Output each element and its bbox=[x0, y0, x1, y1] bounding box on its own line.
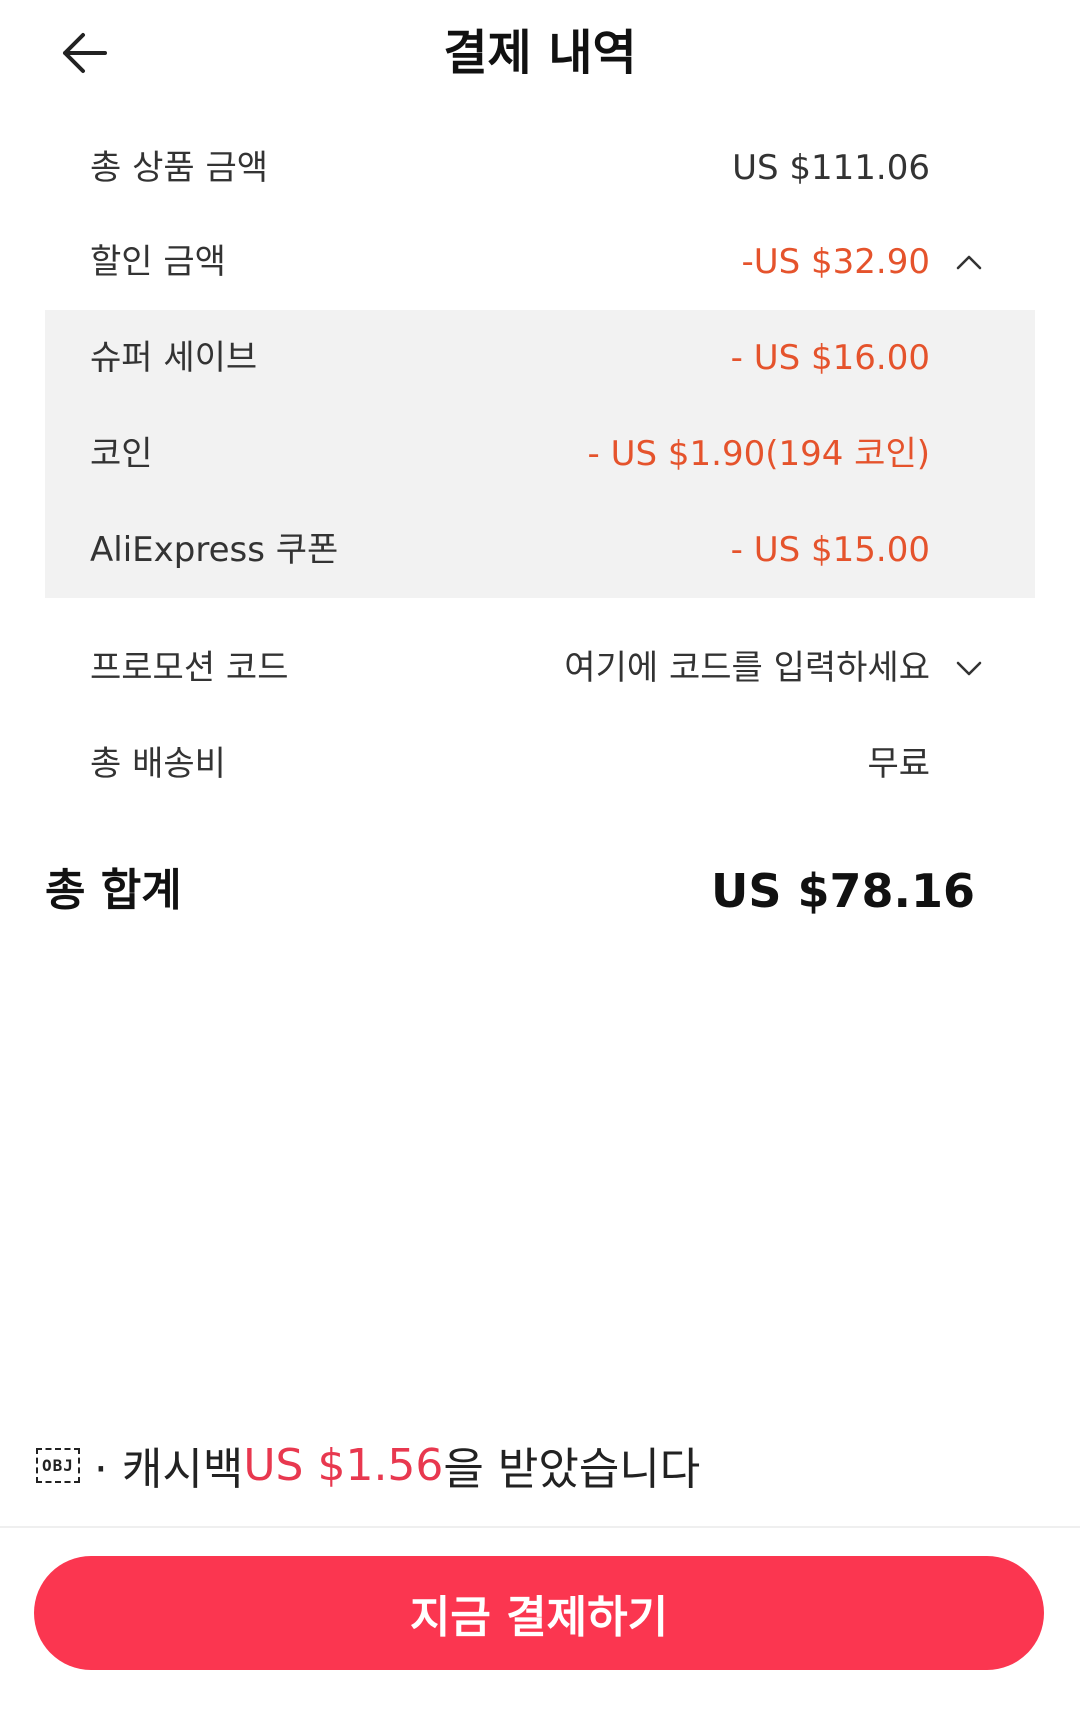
page-title: 결제 내역 bbox=[443, 25, 637, 81]
divider bbox=[0, 1526, 1080, 1528]
subtotal-row: 총 상품 금액 US $111.06 bbox=[45, 120, 1035, 216]
total-row: 총 합계 US $78.16 bbox=[45, 854, 1035, 928]
pay-now-button[interactable]: 지금 결제하기 bbox=[34, 1556, 1044, 1670]
subtotal-label: 총 상품 금액 bbox=[90, 148, 269, 188]
discount-item-label: 슈퍼 세이브 bbox=[90, 338, 258, 378]
discount-details-panel: 슈퍼 세이브 - US $16.00 코인 - US $1.90(194 코인)… bbox=[45, 310, 1035, 598]
chevron-down-icon bbox=[956, 661, 982, 676]
cashback-amount: US $1.56 bbox=[243, 1439, 444, 1491]
discount-item-coins: 코인 - US $1.90(194 코인) bbox=[45, 406, 1035, 502]
discount-label: 할인 금액 bbox=[90, 242, 226, 282]
total-value: US $78.16 bbox=[710, 864, 975, 918]
discount-toggle[interactable] bbox=[951, 244, 987, 280]
cashback-notice: OBJ · 캐시백 US $1.56 을 받았습니다 bbox=[36, 1425, 700, 1505]
discount-value: -US $32.90 bbox=[741, 242, 930, 282]
discount-item-label: 코인 bbox=[90, 434, 153, 474]
discount-item-value: - US $1.90(194 코인) bbox=[587, 434, 930, 474]
shipping-value: 무료 bbox=[867, 744, 930, 784]
discount-row[interactable]: 할인 금액 -US $32.90 bbox=[45, 214, 1035, 310]
obj-placeholder-icon: OBJ bbox=[36, 1447, 80, 1483]
header: 결제 내역 bbox=[0, 0, 1080, 110]
promo-code-label: 프로모션 코드 bbox=[90, 648, 289, 688]
discount-item-value: - US $16.00 bbox=[730, 338, 930, 378]
total-label: 총 합계 bbox=[45, 865, 182, 916]
subtotal-value: US $111.06 bbox=[732, 148, 930, 188]
discount-item-super-save: 슈퍼 세이브 - US $16.00 bbox=[45, 310, 1035, 406]
chevron-up-icon bbox=[956, 255, 982, 270]
cashback-prefix: · 캐시백 bbox=[93, 1444, 244, 1495]
promo-code-input[interactable]: 여기에 코드를 입력하세요 bbox=[564, 620, 930, 716]
shipping-row: 총 배송비 무료 bbox=[45, 716, 1035, 812]
shipping-label: 총 배송비 bbox=[90, 744, 226, 784]
discount-item-value: - US $15.00 bbox=[730, 530, 930, 570]
discount-item-label: AliExpress 쿠폰 bbox=[90, 530, 339, 570]
discount-item-coupon: AliExpress 쿠폰 - US $15.00 bbox=[45, 502, 1035, 598]
cashback-suffix: 을 받았습니다 bbox=[443, 1444, 701, 1495]
promo-code-row[interactable]: 프로모션 코드 여기에 코드를 입력하세요 bbox=[45, 620, 1035, 716]
promo-code-toggle[interactable] bbox=[951, 650, 987, 686]
